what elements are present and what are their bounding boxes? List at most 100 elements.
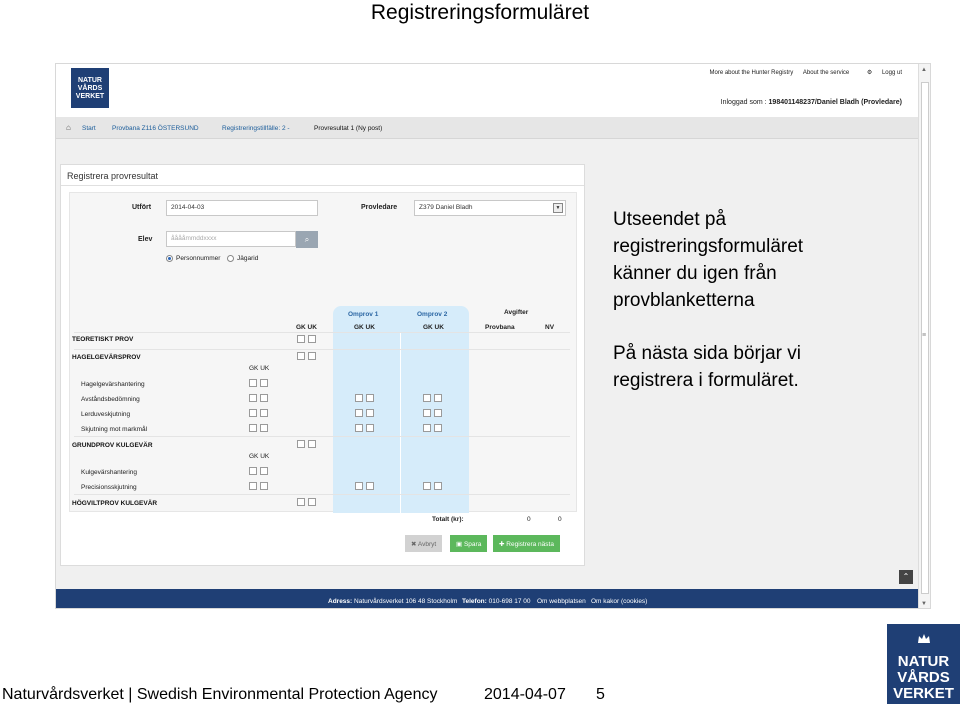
checkbox[interactable] [434,394,442,402]
chevron-up-icon: ⌃ [902,572,910,581]
checkbox[interactable] [355,482,363,490]
radio-personnummer[interactable] [166,255,173,262]
breadcrumb-provbana[interactable]: Provbana Z116 ÖSTERSUND [112,125,199,132]
naturvardsverket-logo[interactable]: NATUR VÅRDS VERKET [71,68,109,108]
checkbox[interactable] [249,409,257,417]
checkbox[interactable] [434,424,442,432]
provledare-label: Provledare [361,204,398,211]
checkbox[interactable] [434,409,442,417]
plus-icon: ✚ [499,541,505,548]
checkbox[interactable] [260,467,268,475]
section-hogvilt: HÖGVILTPROV KULGEVÄR [72,500,158,507]
scroll-down-icon[interactable]: ▼ [921,601,927,607]
chevron-down-icon: ▼ [553,203,563,213]
search-icon: ⌕ [304,235,310,244]
item-lerduveskjutning: Lerduveskjutning [81,411,131,418]
provledare-select[interactable]: Z379 Daniel Bladh ▼ [414,200,566,216]
vertical-scrollbar[interactable]: ▲ ≡ ▼ [918,64,930,608]
save-button[interactable]: ▣ Spara [450,535,488,552]
callout-text-2: På nästa sida börjar vi registrera i for… [613,343,801,391]
checkbox[interactable] [355,394,363,402]
col-gk-omprov2: GK UK [423,324,444,331]
registration-form: Utfört 2014-04-03 Provledare Z379 Daniel… [69,192,577,513]
scroll-up-icon[interactable]: ▲ [921,67,927,73]
checkbox-hogvilt-uk[interactable] [308,498,316,506]
link-kakor[interactable]: Om kakor (cookies) [591,598,647,605]
checkbox[interactable] [249,467,257,475]
checkbox-grundprov-uk[interactable] [308,440,316,448]
crown-icon [918,634,930,643]
save-icon: ▣ [456,541,463,548]
item-precisionsskjutning: Precisionsskjutning [81,484,137,491]
divider [74,349,570,350]
breadcrumb-start[interactable]: Start [82,125,96,132]
checkbox[interactable] [260,379,268,387]
register-next-button[interactable]: ✚ Registrera nästa [493,535,560,552]
checkbox[interactable] [366,409,374,417]
checkbox-hagel-gk[interactable] [297,352,305,360]
checkbox[interactable] [423,409,431,417]
link-about-service[interactable]: About the service [803,70,849,76]
checkbox[interactable] [423,394,431,402]
app-footer: Adress: Naturvårdsverket 106 48 Stockhol… [56,589,920,608]
link-logout[interactable]: ⚙ Logg ut [859,70,902,76]
checkbox[interactable] [249,394,257,402]
radio-jagarid[interactable] [227,255,234,262]
checkbox[interactable] [366,424,374,432]
checkbox[interactable] [366,394,374,402]
elev-label: Elev [138,236,153,243]
divider [74,494,570,495]
checkbox-grundprov-gk[interactable] [297,440,305,448]
checkbox[interactable] [260,424,268,432]
home-icon[interactable]: ⌂ [66,124,75,132]
section-teoretiskt: TEORETISKT PROV [72,336,134,343]
checkbox[interactable] [423,424,431,432]
search-button[interactable]: ⌕ [296,231,318,248]
checkbox[interactable] [355,409,363,417]
checkbox[interactable] [260,482,268,490]
link-more-about[interactable]: More about the Hunter Registry [709,70,793,76]
checkbox[interactable] [366,482,374,490]
omprov-columns-highlight [333,306,469,513]
col-gk-omprov1: GK UK [354,324,375,331]
col-provbana: Provbana [485,324,515,331]
elev-input[interactable]: ååååmmddxxxx [166,231,296,247]
panel-title: Registrera provresultat [61,165,584,186]
col-nv: NV [545,324,555,331]
checkbox[interactable] [355,424,363,432]
checkbox-hogvilt-gk[interactable] [297,498,305,506]
footer-organization: Naturvårdsverket | Swedish Environmental… [2,686,438,703]
grip-icon: ≡ [922,332,927,339]
checkbox-hagel-uk[interactable] [308,352,316,360]
checkbox-teoretiskt-uk[interactable] [308,335,316,343]
col-omprov1: Omprov 1 [348,311,379,318]
checkbox[interactable] [260,394,268,402]
callout-text-1: Utseendet på registreringsformuläret kän… [613,209,804,311]
app-header: NATUR VÅRDS VERKET More about the Hunter… [56,64,920,117]
col-omprov2: Omprov 2 [417,311,448,318]
checkbox[interactable] [249,424,257,432]
column-divider [400,333,401,513]
close-icon: ✖ [411,541,417,548]
col-avgifter: Avgifter [504,309,529,316]
utfort-date-input[interactable]: 2014-04-03 [166,200,318,216]
checkbox[interactable] [249,379,257,387]
link-webbplatsen[interactable]: Om webbplatsen [537,598,586,605]
cancel-button[interactable]: ✖ Avbryt [405,535,443,552]
checkbox[interactable] [260,409,268,417]
item-hagelgevarshantering: Hagelgevärshantering [81,381,145,388]
total-provbana: 0 [527,516,531,523]
utfort-label: Utfört [132,204,152,211]
checkbox-teoretiskt-gk[interactable] [297,335,305,343]
naturvardsverket-corner-logo: NATUR VÅRDS VERKET [887,624,960,704]
checkbox[interactable] [434,482,442,490]
breadcrumb-registreringstillfalle[interactable]: Registreringstillfälle: 2 - [222,125,290,132]
page-number: 5 [596,686,605,703]
item-avstandsbedomning: Avståndsbedömning [81,396,140,403]
checkbox[interactable] [249,482,257,490]
breadcrumb-current: Provresultat 1 (Ny post) [314,125,383,132]
scroll-to-top-button[interactable]: ⌃ [899,570,913,584]
checkbox[interactable] [423,482,431,490]
divider [74,436,570,437]
item-kulgevarshantering: Kulgevärshantering [81,469,138,476]
